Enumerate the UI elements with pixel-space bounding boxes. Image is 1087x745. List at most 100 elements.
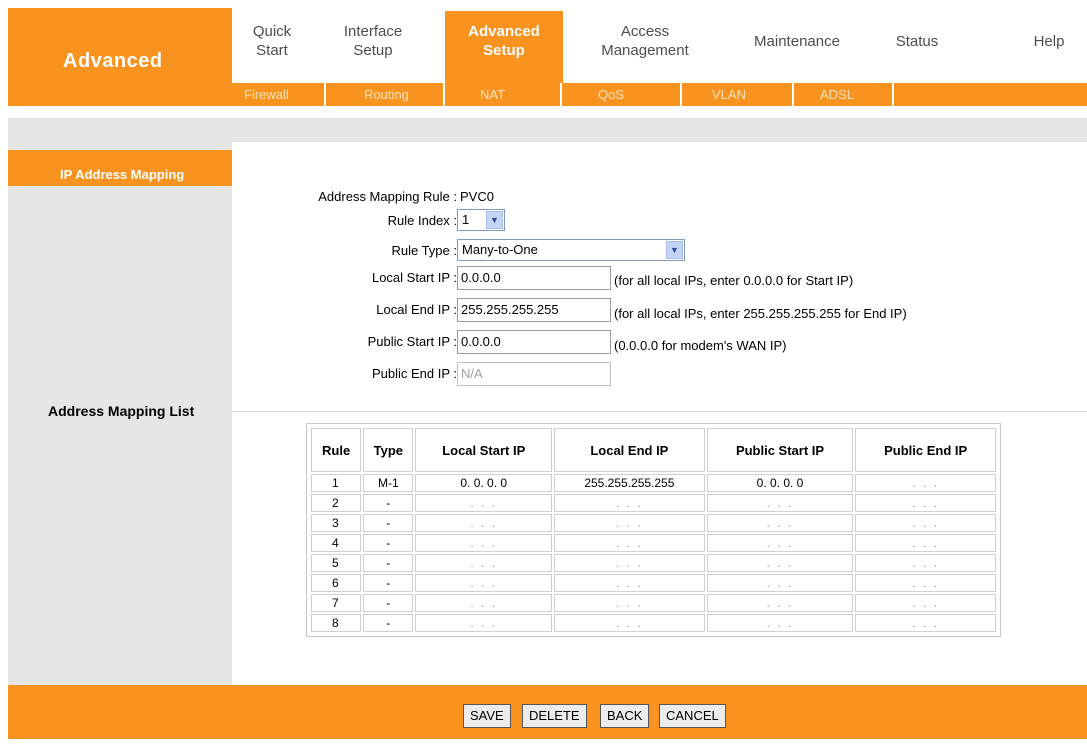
subnav-separator — [892, 83, 894, 106]
table-cell: . . . — [706, 594, 854, 612]
table-row: 1 M-1 0. 0. 0. 0 255.255.255.255 0. 0. 0… — [311, 474, 996, 492]
grey-strip — [8, 118, 1087, 142]
subnav-routing[interactable]: Routing — [356, 83, 417, 106]
table-cell: . . . — [855, 534, 996, 552]
subnav-separator — [324, 83, 326, 106]
public-end-ip-input[interactable]: N/A — [457, 362, 611, 386]
nav-access-management[interactable]: Access Management — [584, 22, 706, 60]
subnav-separator — [560, 83, 562, 106]
subnav-separator — [443, 83, 445, 106]
subnav-nat[interactable]: NAT — [472, 83, 513, 106]
table-cell: - — [363, 494, 414, 512]
column-header: Type — [363, 428, 414, 472]
table-cell: . . . — [706, 534, 854, 552]
mapping-rule-value: PVC0 — [460, 189, 494, 204]
nav-label: Advanced — [468, 23, 540, 40]
address-mapping-table: Rule Type Local Start IP Local End IP Pu… — [306, 423, 1001, 637]
table-cell: 8 — [311, 614, 362, 632]
table-cell: . . . — [855, 474, 996, 492]
table-cell: . . . — [706, 614, 854, 632]
table-cell: 2 — [311, 494, 362, 512]
table-cell: . . . — [415, 514, 553, 532]
table-cell: 0. 0. 0. 0 — [415, 474, 553, 492]
subnav-firewall[interactable]: Firewall — [236, 83, 297, 106]
subnav-separator — [680, 83, 682, 106]
table-header-row: Rule Type Local Start IP Local End IP Pu… — [311, 428, 996, 472]
table-row: 3 - . . . . . . . . . . . . — [311, 514, 996, 532]
back-button[interactable]: BACK — [600, 704, 650, 728]
public-start-ip-note: (0.0.0.0 for modem's WAN IP) — [614, 338, 787, 353]
local-end-ip-note: (for all local IPs, enter 255.255.255.25… — [614, 306, 907, 321]
table-row: 4 - . . . . . . . . . . . . — [311, 534, 996, 552]
rule-index-label: Rule Index : — [387, 213, 457, 228]
rule-type-label: Rule Type : — [391, 243, 457, 258]
table-cell: . . . — [415, 554, 553, 572]
local-start-ip-input[interactable]: 0.0.0.0 — [457, 266, 611, 290]
nav-maintenance[interactable]: Maintenance — [732, 32, 862, 51]
table-cell: . . . — [415, 494, 553, 512]
nav-label: Setup — [483, 42, 525, 59]
delete-button[interactable]: DELETE — [522, 704, 587, 728]
table-cell: . . . — [706, 574, 854, 592]
footer-bar: SAVE DELETE BACK CANCEL — [8, 685, 1087, 739]
public-start-ip-label: Public Start IP : — [367, 334, 457, 349]
table-cell: - — [363, 514, 414, 532]
local-start-ip-label: Local Start IP : — [371, 270, 457, 285]
nav-interface-setup[interactable]: Interface Setup — [332, 22, 414, 60]
nav-label: Setup — [353, 42, 393, 59]
column-header: Local End IP — [554, 428, 705, 472]
nav-label: Management — [601, 42, 689, 59]
table-cell: 6 — [311, 574, 362, 592]
nav-label: Start — [256, 42, 288, 59]
section-divider — [232, 411, 1087, 412]
table-cell: . . . — [855, 574, 996, 592]
column-header: Public Start IP — [706, 428, 854, 472]
table-cell: . . . — [415, 534, 553, 552]
nav-label: Access — [620, 23, 670, 40]
public-end-ip-label: Public End IP : — [371, 366, 457, 381]
save-button[interactable]: SAVE — [463, 704, 511, 728]
table-row: 5 - . . . . . . . . . . . . — [311, 554, 996, 572]
nav-status[interactable]: Status — [882, 32, 952, 51]
table-cell: - — [363, 614, 414, 632]
header: Advanced Quick Start Interface Setup Adv… — [8, 8, 1087, 106]
subnav-vlan[interactable]: VLAN — [704, 83, 754, 106]
table-cell: . . . — [554, 534, 705, 552]
public-start-ip-input[interactable]: 0.0.0.0 — [457, 330, 611, 354]
local-end-ip-input[interactable]: 255.255.255.255 — [457, 298, 611, 322]
subnav-adsl[interactable]: ADSL — [812, 83, 862, 106]
table-cell: . . . — [554, 614, 705, 632]
table-row: 2 - . . . . . . . . . . . . — [311, 494, 996, 512]
chevron-down-icon: ▼ — [486, 211, 503, 229]
table-cell: . . . — [554, 494, 705, 512]
rule-index-select[interactable]: 1 ▼ — [457, 209, 505, 231]
table-row: 8 - . . . . . . . . . . . . — [311, 614, 996, 632]
rule-type-select[interactable]: Many-to-One ▼ — [457, 239, 685, 261]
table-cell: 5 — [311, 554, 362, 572]
table-cell: . . . — [855, 594, 996, 612]
subnav-separator — [792, 83, 794, 106]
nav-label: Help — [1033, 33, 1065, 50]
table-cell: - — [363, 594, 414, 612]
chevron-down-icon: ▼ — [666, 241, 683, 259]
nav-advanced-setup[interactable]: Advanced Setup — [445, 11, 563, 83]
nav-label: Maintenance — [754, 33, 840, 50]
table-cell: 7 — [311, 594, 362, 612]
cancel-button[interactable]: CANCEL — [659, 704, 726, 728]
nav-help[interactable]: Help — [1024, 32, 1074, 51]
column-header: Local Start IP — [415, 428, 553, 472]
table-cell: . . . — [855, 514, 996, 532]
column-header: Rule — [311, 428, 362, 472]
subnav-qos[interactable]: QoS — [590, 83, 632, 106]
table-cell: . . . — [554, 514, 705, 532]
table-cell: . . . — [855, 494, 996, 512]
column-header: Public End IP — [855, 428, 996, 472]
section-title-bar: IP Address Mapping — [8, 150, 232, 186]
sub-nav: Firewall Routing NAT QoS VLAN ADSL — [232, 83, 1087, 106]
brand-panel: Advanced — [8, 8, 232, 106]
rule-index-value: 1 — [462, 212, 470, 227]
table-row: 7 - . . . . . . . . . . . . — [311, 594, 996, 612]
nav-label: Status — [895, 33, 939, 50]
local-end-ip-label: Local End IP : — [376, 302, 457, 317]
nav-quick-start[interactable]: Quick Start — [240, 22, 304, 60]
